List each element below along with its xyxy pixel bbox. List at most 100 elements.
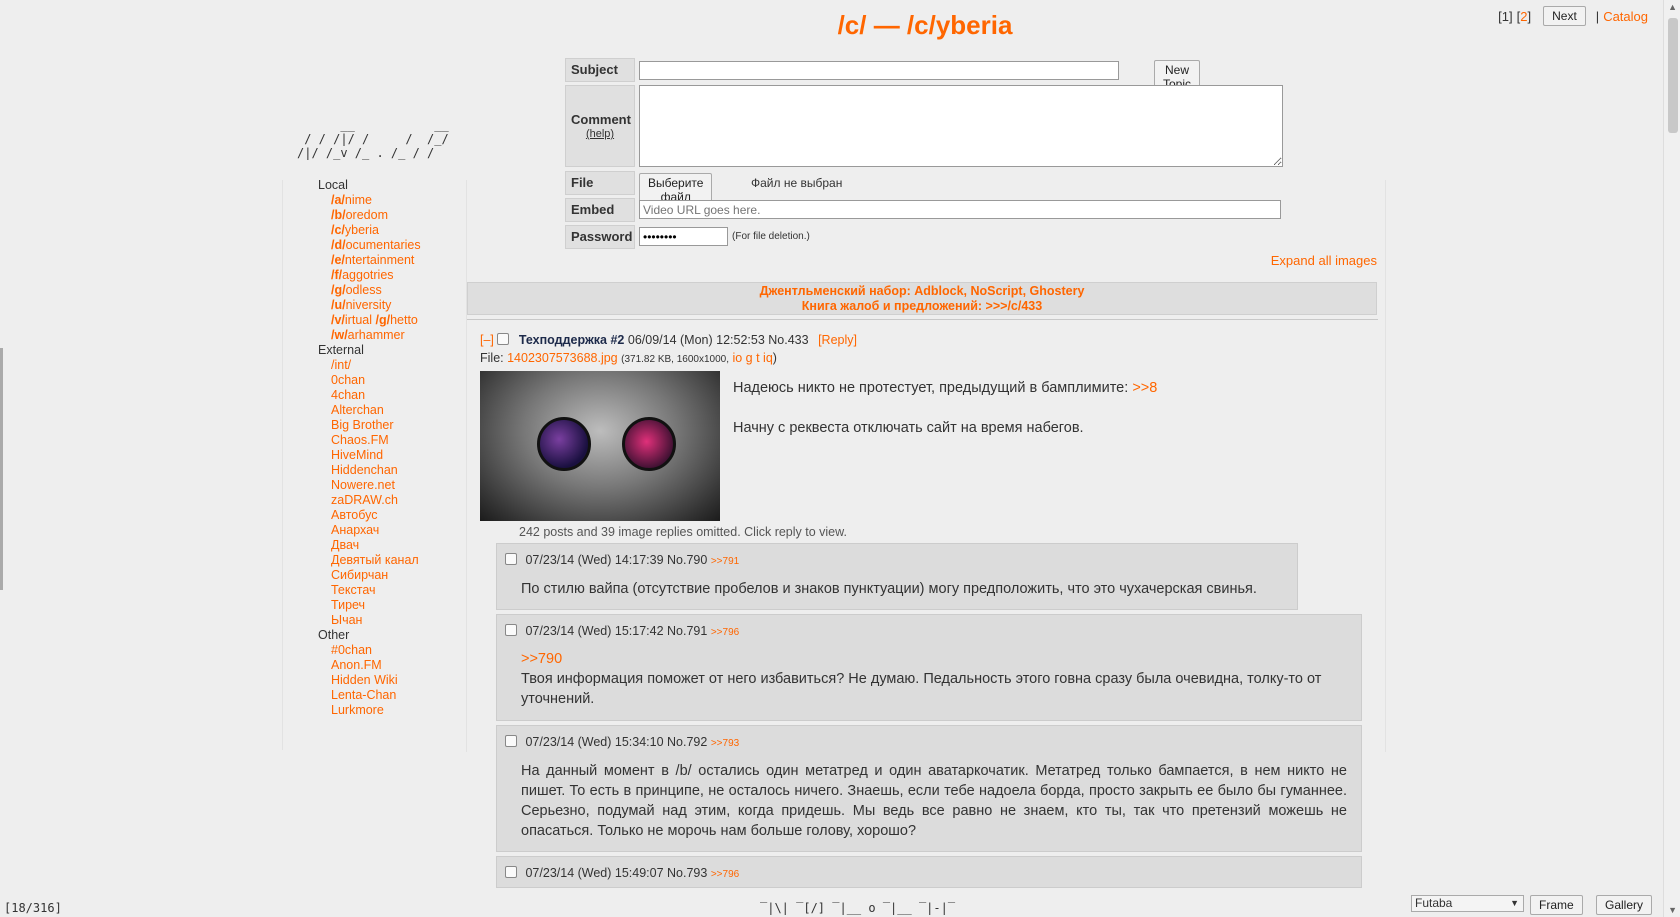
style-select[interactable]: Futaba ▼ bbox=[1411, 895, 1524, 912]
sidebar-item-documentaries[interactable]: /d/ocumentaries bbox=[318, 238, 421, 253]
sidebar-heading-local: Local bbox=[318, 178, 348, 192]
sidebar-other-link[interactable]: #0chan bbox=[318, 643, 421, 658]
board-title: /c/ — /c/yberia bbox=[837, 10, 1013, 40]
sidebar-external-link[interactable]: Сибирчан bbox=[318, 568, 421, 583]
reply-post-number-link[interactable]: No.791 bbox=[667, 624, 707, 638]
op-reply-link[interactable]: [Reply] bbox=[818, 333, 857, 347]
sidebar-external-link[interactable]: Chaos.FM bbox=[318, 433, 421, 448]
help-link[interactable]: (help) bbox=[571, 127, 634, 142]
sidebar-menu: Local /a/nime /b/oredom /c/yberia /d/ocu… bbox=[318, 178, 421, 718]
reply-backlink[interactable]: >>796 bbox=[711, 627, 739, 638]
expand-all-images-link[interactable]: Expand all images bbox=[1271, 253, 1377, 268]
sidebar-external-link[interactable]: Nowere.net bbox=[318, 478, 421, 493]
status-counter: [18/316] bbox=[4, 901, 62, 915]
sidebar-external-link[interactable]: Двач bbox=[318, 538, 421, 553]
op-file-link[interactable]: 1402307573688.jpg bbox=[507, 351, 618, 365]
scroll-up-arrow-icon[interactable]: ▲ bbox=[1668, 2, 1677, 12]
announcement-box: Джентльменский набор: Adblock, NoScript,… bbox=[467, 282, 1377, 315]
scrollbar-thumb[interactable] bbox=[1668, 18, 1678, 133]
reply-header: 07/23/14 (Wed) 15:17:42 No.791 >>796 bbox=[505, 624, 739, 638]
frame-button[interactable]: Frame bbox=[1530, 895, 1583, 915]
sidebar-external-link[interactable]: Ычан bbox=[318, 613, 421, 628]
sidebar-external-link[interactable]: Тиреч bbox=[318, 598, 421, 613]
next-page-button[interactable]: Next bbox=[1543, 6, 1586, 26]
reply-post-number-link[interactable]: No.793 bbox=[667, 866, 707, 880]
op-date: 06/09/14 (Mon) 12:52:53 bbox=[627, 333, 765, 347]
page-2-link[interactable]: 2 bbox=[1520, 9, 1527, 24]
sidebar-external-link[interactable]: Девятый канал bbox=[318, 553, 421, 568]
announcement-line-2[interactable]: Книга жалоб и предложений: >>>/c/433 bbox=[468, 299, 1376, 314]
subject-input[interactable] bbox=[639, 61, 1119, 80]
reply-post-number-link[interactable]: No.792 bbox=[667, 735, 707, 749]
reply-post-number-link[interactable]: No.790 bbox=[667, 553, 707, 567]
reply-delete-checkbox[interactable] bbox=[505, 735, 517, 747]
sidebar-item-warhammer[interactable]: /w/arhammer bbox=[318, 328, 421, 343]
nav-separator: | bbox=[1595, 8, 1600, 24]
op-file-meta: (371.82 KB, 1600x1000, bbox=[621, 354, 729, 365]
op-thumbnail-image[interactable] bbox=[480, 371, 720, 521]
reply-date: 07/23/14 (Wed) 14:17:39 bbox=[525, 553, 664, 567]
sidebar-other-link[interactable]: Lenta-Chan bbox=[318, 688, 421, 703]
vertical-scrollbar[interactable] bbox=[1663, 0, 1680, 917]
page-1-current: [1] bbox=[1498, 8, 1513, 24]
sidebar-item-university[interactable]: /u/niversity bbox=[318, 298, 421, 313]
page-2-bracket-close: ] bbox=[1527, 8, 1532, 24]
sidebar-item-anime[interactable]: /a/nime bbox=[318, 193, 421, 208]
reply-backlink[interactable]: >>793 bbox=[711, 738, 739, 749]
sidebar-other-link[interactable]: Anon.FM bbox=[318, 658, 421, 673]
op-post-header: [–] Техподдержка #2 06/09/14 (Mon) 12:52… bbox=[480, 333, 857, 347]
reply-header: 07/23/14 (Wed) 15:34:10 No.792 >>793 bbox=[505, 735, 739, 749]
announcement-line-1: Джентльменский набор: Adblock, NoScript,… bbox=[759, 284, 1085, 298]
sidebar-external-link[interactable]: /int/ bbox=[318, 358, 421, 373]
reply-date: 07/23/14 (Wed) 15:17:42 bbox=[525, 624, 664, 638]
sidebar-external-link[interactable]: Big Brother bbox=[318, 418, 421, 433]
sidebar-other-link[interactable]: Hidden Wiki bbox=[318, 673, 421, 688]
quote-link[interactable]: >>8 bbox=[1132, 380, 1157, 396]
sidebar-external-link[interactable]: Текстач bbox=[318, 583, 421, 598]
sidebar-external-link[interactable]: Hiddenchan bbox=[318, 463, 421, 478]
sidebar-item-cyberia[interactable]: /c/yberia bbox=[318, 223, 421, 238]
image-search-links[interactable]: io g t iq bbox=[732, 351, 772, 365]
op-subject: Техподдержка #2 bbox=[518, 333, 625, 347]
subject-label: Subject bbox=[565, 58, 635, 82]
sidebar-item-entertainment[interactable]: /e/ntertainment bbox=[318, 253, 421, 268]
sidebar-external-link[interactable]: HiveMind bbox=[318, 448, 421, 463]
scroll-down-arrow-icon[interactable]: ▼ bbox=[1668, 905, 1677, 915]
reply-delete-checkbox[interactable] bbox=[505, 866, 517, 878]
gallery-button[interactable]: Gallery bbox=[1596, 895, 1653, 915]
reply-header: 07/23/14 (Wed) 15:49:07 No.793 >>796 bbox=[505, 866, 739, 880]
sidebar-item-boredom[interactable]: /b/oredom bbox=[318, 208, 421, 223]
reply-delete-checkbox[interactable] bbox=[505, 624, 517, 636]
reply-post: 07/23/14 (Wed) 15:34:10 No.792 >>793 На … bbox=[496, 725, 1362, 852]
op-post-body: Надеюсь никто не протестует, предыдущий … bbox=[733, 378, 1157, 438]
sidebar-heading-other: Other bbox=[318, 628, 350, 642]
sidebar-external-link[interactable]: Автобус bbox=[318, 508, 421, 523]
sidebar-external-link[interactable]: zaDRAW.ch bbox=[318, 493, 421, 508]
sidebar-item-virtual-ghetto[interactable]: /v/irtual /g/hetto bbox=[318, 313, 421, 328]
reply-backlink[interactable]: >>796 bbox=[711, 869, 739, 880]
reply-post: 07/23/14 (Wed) 15:17:42 No.791 >>796 >>7… bbox=[496, 614, 1362, 721]
reply-quote-link[interactable]: >>790 bbox=[521, 649, 562, 669]
op-delete-checkbox[interactable] bbox=[497, 333, 510, 345]
comment-textarea[interactable] bbox=[639, 85, 1283, 167]
sidebar-external-link[interactable]: 0chan bbox=[318, 373, 421, 388]
catalog-link[interactable]: Catalog bbox=[1603, 9, 1648, 24]
sidebar-external-link[interactable]: 4chan bbox=[318, 388, 421, 403]
comment-label: Comment (help) bbox=[565, 85, 635, 167]
file-info-label: File: bbox=[480, 351, 504, 365]
reply-delete-checkbox[interactable] bbox=[505, 553, 517, 565]
sidebar-external-link[interactable]: Alterchan bbox=[318, 403, 421, 418]
sidebar-external-link[interactable]: Анархач bbox=[318, 523, 421, 538]
reply-body: Твоя информация поможет от него избавить… bbox=[521, 671, 1322, 707]
op-post-number-link[interactable]: No.433 bbox=[768, 333, 808, 347]
op-text-line-1: Надеюсь никто не протестует, предыдущий … bbox=[733, 380, 1129, 396]
reply-date: 07/23/14 (Wed) 15:49:07 bbox=[525, 866, 664, 880]
bottom-ascii-logo: ‾|\| ‾[/] ‾|__ o ‾|__ ‾|-|‾ bbox=[760, 901, 956, 915]
sidebar-item-godless[interactable]: /g/odless bbox=[318, 283, 421, 298]
reply-backlink[interactable]: >>791 bbox=[711, 556, 739, 567]
sidebar-item-faggotries[interactable]: /f/aggotries bbox=[318, 268, 421, 283]
reply-header: 07/23/14 (Wed) 14:17:39 No.790 >>791 bbox=[505, 553, 739, 567]
hide-thread-toggle[interactable]: [–] bbox=[480, 333, 494, 347]
glasses-lens-right bbox=[622, 417, 676, 471]
sidebar-other-link[interactable]: Lurkmore bbox=[318, 703, 421, 718]
